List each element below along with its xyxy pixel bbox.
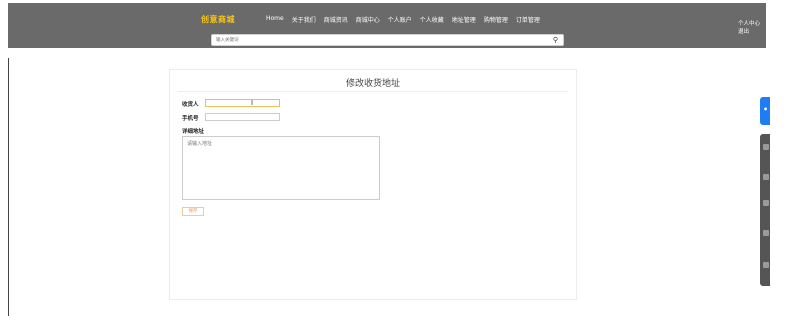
side-tool-icon[interactable] [763,174,769,180]
user-center-link[interactable]: 个人中心 [738,20,760,28]
address-label: 详细地址 [182,129,205,135]
main-nav: Home 关于我们 商城资讯 商城中心 个人账户 个人收藏 地址管理 购物管理 … [266,15,540,24]
side-toolbar [760,134,770,286]
page-title: 修改收货地址 [345,79,400,89]
side-tab-icon: • [763,105,769,114]
side-tool-icon[interactable] [763,262,769,268]
nav-order-management[interactable]: 订单管理 [516,15,540,24]
page-left-border [8,58,9,316]
side-tool-icon[interactable] [763,200,769,206]
address-textarea[interactable] [182,136,380,200]
title-divider [178,91,568,92]
phone-label: 手机号 [182,116,199,122]
nav-home[interactable]: Home [266,15,284,24]
search-input[interactable] [216,36,546,45]
receiver-label: 收货人 [182,102,199,108]
edit-address-form: 修改收货地址 收货人 手机号 详细地址 保存 [169,69,577,300]
side-float-tab[interactable]: • [760,97,770,125]
save-button[interactable]: 保存 [182,207,204,216]
nav-mall-center[interactable]: 商城中心 [356,15,380,24]
nav-favorites[interactable]: 个人收藏 [420,15,444,24]
search-icon[interactable]: ⚲ [553,36,558,44]
side-tool-icon[interactable] [763,230,769,236]
nav-address-management[interactable]: 地址管理 [452,15,476,24]
side-tool-icon[interactable] [763,144,769,150]
receiver-input[interactable] [205,99,280,107]
user-links: 个人中心 退出 [738,20,760,36]
nav-personal-account[interactable]: 个人账户 [388,15,412,24]
phone-input[interactable] [205,113,280,121]
logout-link[interactable]: 退出 [738,28,760,36]
nav-news[interactable]: 商城资讯 [324,15,348,24]
nav-shopping-management[interactable]: 购物管理 [484,15,508,24]
text-cursor-icon: I [251,99,254,107]
search-bar: ⚲ [211,34,564,46]
brand-logo[interactable]: 创意商城 [201,14,235,25]
nav-about[interactable]: 关于我们 [292,15,316,24]
